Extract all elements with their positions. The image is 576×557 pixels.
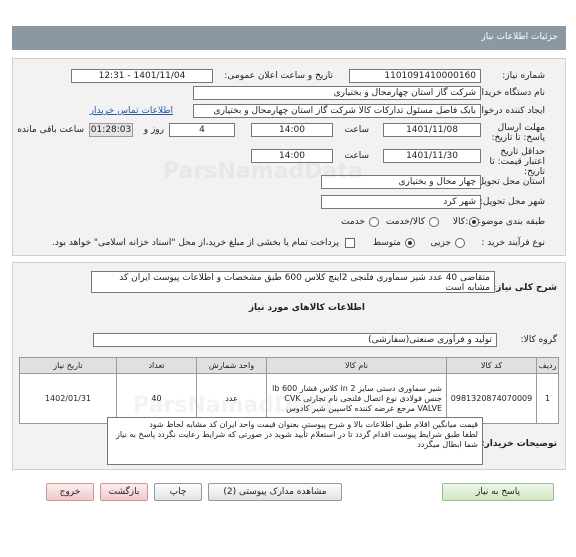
row-number: 1 bbox=[536, 373, 559, 424]
buyer-field: شرکت گاز استان چهارمحال و بختیاری bbox=[193, 86, 481, 100]
deadline-date-field: 1401/11/08 bbox=[383, 123, 481, 137]
creator-field: بابک فاضل مسئول تدارکات کالا شرکت گاز اس… bbox=[193, 104, 481, 118]
remaining-label: ساعت باقی مانده bbox=[17, 125, 84, 135]
page-header: جزئیات اطلاعات نیاز bbox=[12, 26, 566, 50]
category-goods-service-radio[interactable] bbox=[429, 217, 439, 227]
city-label: شهر محل تحویل: bbox=[479, 197, 545, 207]
row-unit: عدد bbox=[196, 373, 267, 424]
purchase-type-label: نوع فرآیند خرید : bbox=[481, 238, 545, 248]
category-goods-radio[interactable] bbox=[469, 217, 479, 227]
col-name-header: نام کالا bbox=[266, 357, 447, 374]
remaining-time-field: 01:28:03 bbox=[89, 123, 133, 137]
table-row[interactable]: 1 0981320874070009 شیر سماوری دستی سایز … bbox=[19, 373, 559, 424]
row-name: شیر سماوری دستی سایز 2 in کلاس فشار lb 6… bbox=[266, 373, 447, 424]
validity-date-field: 1401/11/30 bbox=[383, 149, 481, 163]
col-row-header: ردیف bbox=[536, 357, 559, 374]
purchase-minor-radio[interactable] bbox=[455, 238, 465, 248]
buyer-contact-link[interactable]: اطلاعات تماس خریدار bbox=[90, 106, 173, 116]
goods-info-title: اطلاعات کالاهای مورد نیاز bbox=[248, 303, 365, 313]
col-qty-header: تعداد bbox=[116, 357, 197, 374]
goods-group-field: تولید و فرآوری صنعتی(سفارشی) bbox=[93, 333, 497, 347]
validity-time-field: 14:00 bbox=[251, 149, 333, 163]
row-code: 0981320874070009 bbox=[446, 373, 537, 424]
summary-field: متقاضی 40 عدد شیر سماوری فلنجی 2اینچ کلا… bbox=[91, 271, 495, 293]
category-service-label: خدمت bbox=[341, 217, 365, 227]
reply-button[interactable]: پاسخ به نیاز bbox=[442, 483, 554, 501]
deadline-time-field: 14:00 bbox=[251, 123, 333, 137]
table-header-row: ردیف کد کالا نام کالا واحد شمارش تعداد ت… bbox=[19, 357, 559, 374]
buyer-notes-label: توضیحات خریدار: bbox=[481, 439, 557, 449]
announce-label: تاریخ و ساعت اعلان عمومی: bbox=[224, 71, 333, 81]
goods-group-label: گروه کالا: bbox=[520, 335, 557, 345]
buyer-label: نام دستگاه خریدار: bbox=[474, 88, 545, 98]
col-unit-header: واحد شمارش bbox=[196, 357, 267, 374]
category-goods-service-label: کالا/خدمت bbox=[385, 217, 425, 227]
category-service-radio[interactable] bbox=[369, 217, 379, 227]
days-label: روز و bbox=[143, 125, 164, 135]
page-root: جزئیات اطلاعات نیاز شماره نیاز: 11010914… bbox=[0, 0, 576, 557]
city-field: شهر کرد bbox=[321, 195, 481, 209]
deadline-time-label: ساعت bbox=[344, 125, 370, 135]
days-field: 4 bbox=[169, 123, 235, 137]
purchase-minor-label: جزیی bbox=[430, 238, 451, 248]
province-field: چهار محال و بختیاری bbox=[321, 175, 481, 189]
deadline-label: مهلت ارسال پاسخ: تا تاریخ: bbox=[491, 123, 545, 143]
need-info-panel: شماره نیاز: 1101091410000160 تاریخ و ساع… bbox=[12, 58, 566, 256]
purchase-medium-radio[interactable] bbox=[405, 238, 415, 248]
page-title: جزئیات اطلاعات نیاز bbox=[481, 32, 558, 42]
back-button[interactable]: بازگشت bbox=[100, 483, 148, 501]
view-attachments-button[interactable]: مشاهده مدارک پیوستی (2) bbox=[208, 483, 342, 501]
purchase-medium-label: متوسط bbox=[372, 238, 401, 248]
col-code-header: کد کالا bbox=[446, 357, 537, 374]
row-date: 1402/01/31 bbox=[19, 373, 117, 424]
summary-label: شرح کلی نیاز: bbox=[492, 283, 557, 293]
province-label: استان محل تحویل: bbox=[474, 177, 545, 187]
need-number-field: 1101091410000160 bbox=[349, 69, 481, 83]
treasury-checkbox[interactable] bbox=[345, 238, 355, 248]
treasury-note: پرداخت تمام یا بخشی از مبلغ خرید،از محل … bbox=[51, 238, 339, 248]
announce-field: 1401/11/04 - 12:31 bbox=[71, 69, 213, 83]
buyer-notes-field: قیمت میانگین اقلام طبق اطلاعات بالا و شر… bbox=[107, 417, 483, 465]
col-date-header: تاریخ نیاز bbox=[19, 357, 117, 374]
items-panel: شرح کلی نیاز: متقاضی 40 عدد شیر سماوری ف… bbox=[12, 262, 566, 470]
print-button[interactable]: چاپ bbox=[154, 483, 202, 501]
exit-button[interactable]: خروج bbox=[46, 483, 94, 501]
items-table: ردیف کد کالا نام کالا واحد شمارش تعداد ت… bbox=[19, 357, 559, 424]
validity-time-label: ساعت bbox=[344, 151, 370, 161]
need-number-label: شماره نیاز: bbox=[502, 71, 545, 81]
row-qty: 40 bbox=[116, 373, 197, 424]
category-goods-label: کالا bbox=[452, 217, 465, 227]
validity-label: حداقل تاریخ اعتبار قیمت: تا تاریخ: bbox=[489, 147, 545, 177]
